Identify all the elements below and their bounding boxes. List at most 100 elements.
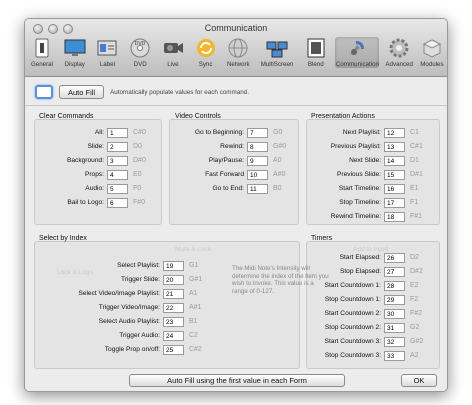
midi-value-field[interactable]: 6: [107, 197, 128, 208]
midi-note: D#0: [133, 157, 146, 164]
window-title: Communication: [204, 23, 268, 33]
command-row: Stop Countdown 2: 31 G2: [309, 322, 419, 333]
command-label: Trigger Audio:: [119, 332, 160, 339]
auto-fill-button[interactable]: Auto Fill: [59, 85, 105, 99]
midi-value-field[interactable]: 30: [384, 308, 405, 319]
tab-label-settings[interactable]: Label: [94, 37, 120, 68]
command-row: Trigger Slide: 20 G#1: [37, 274, 202, 285]
divider: [25, 105, 447, 106]
command-row: Start Countdown 1: 28 E2: [309, 280, 419, 291]
midi-value-field[interactable]: 21: [163, 288, 184, 299]
midi-value-field[interactable]: 24: [163, 330, 184, 341]
dvd-icon: DVD: [130, 38, 150, 58]
command-row: Slide: 2 D0: [37, 141, 142, 152]
midi-value-field[interactable]: 16: [384, 183, 405, 194]
midi-value-field[interactable]: 33: [384, 350, 405, 361]
command-row: Next Playlist: 12 C1: [309, 127, 419, 138]
command-label: Start Elapsed:: [339, 254, 381, 261]
command-label: Start Countdown 2:: [324, 310, 381, 317]
tab-dvd[interactable]: DVD DVD: [127, 37, 153, 68]
tab-label: Network: [226, 61, 250, 68]
midi-value-field[interactable]: 27: [384, 266, 405, 277]
command-label: Trigger Slide:: [121, 276, 160, 283]
title-bar: Communication General Display Label DVD …: [25, 19, 447, 77]
command-label: All:: [94, 129, 104, 136]
midi-note: F#2: [410, 310, 423, 317]
midi-value-field[interactable]: 19: [163, 260, 184, 271]
midi-note: A#1: [189, 304, 202, 311]
tab-live[interactable]: Live: [160, 37, 186, 68]
command-label: Select Video/Image Playlist:: [78, 290, 160, 297]
midi-note: G#1: [189, 276, 203, 283]
command-row: Start Countdown 3: 32 G#2: [309, 336, 423, 347]
tab-multiscreen[interactable]: MultiScreen: [258, 37, 296, 68]
midi-note: D2: [410, 254, 419, 261]
command-row: Props: 4 E0: [37, 169, 142, 180]
command-label: Stop Countdown 2:: [324, 324, 381, 331]
autofill-bar: Auto Fill Automatically populate values …: [35, 85, 249, 99]
ok-button[interactable]: OK: [401, 374, 437, 387]
midi-note: C1: [410, 129, 419, 136]
midi-value-field[interactable]: 32: [384, 336, 405, 347]
midi-value-field[interactable]: 2: [107, 141, 128, 152]
tab-modules[interactable]: Modules: [419, 37, 445, 68]
tab-blend[interactable]: Blend: [303, 37, 329, 68]
midi-value-field[interactable]: 26: [384, 252, 405, 263]
midi-value-field[interactable]: 13: [384, 141, 405, 152]
midi-note: F1: [410, 199, 419, 206]
command-label: Stop Timeline:: [339, 199, 381, 206]
midi-value-field[interactable]: 28: [384, 280, 405, 291]
midi-value-field[interactable]: 17: [384, 197, 405, 208]
tab-display[interactable]: Display: [62, 37, 88, 68]
command-row: Bail to Logo: 6 F#0: [37, 197, 145, 208]
midi-value-field[interactable]: 23: [163, 316, 184, 327]
midi-value-field[interactable]: 20: [163, 274, 184, 285]
display-icon: [64, 39, 86, 56]
midi-value-field[interactable]: 14: [384, 155, 405, 166]
command-row: Next Slide: 14 D1: [309, 155, 419, 166]
command-row: Stop Elapsed: 27 D#2: [309, 266, 423, 277]
preferences-window: Communication General Display Label DVD …: [24, 18, 448, 392]
midi-value-field[interactable]: 10: [247, 169, 268, 180]
midi-value-field[interactable]: 29: [384, 294, 405, 305]
midi-value-field[interactable]: 7: [247, 127, 268, 138]
command-label: Bail to Logo:: [67, 199, 104, 206]
tab-sync[interactable]: Sync: [193, 37, 219, 68]
midi-value-field[interactable]: 22: [163, 302, 184, 313]
auto-fill-first-value-button[interactable]: Auto Fill using the first value in each …: [129, 374, 345, 387]
midi-value-field[interactable]: 1: [107, 127, 128, 138]
blend-icon: [307, 38, 325, 58]
command-row: Fast Forward 10 A#0: [171, 169, 285, 180]
tab-advanced[interactable]: Advanced: [385, 37, 413, 68]
multiscreen-icon: [266, 41, 288, 58]
command-row: Stop Timeline: 17 F1: [309, 197, 418, 208]
midi-value-field[interactable]: 11: [247, 183, 268, 194]
command-row: Toggle Prop on/off: 25 C#2: [37, 344, 202, 355]
midi-note: B0: [273, 185, 282, 192]
midi-note: G#2: [410, 338, 424, 345]
tab-network[interactable]: Network: [225, 37, 251, 68]
midi-value-field[interactable]: 31: [384, 322, 405, 333]
command-label: Trigger Video/Image:: [98, 304, 160, 311]
midi-note: D#2: [410, 268, 423, 275]
command-label: Rewind:: [220, 143, 244, 150]
midi-value-field[interactable]: 8: [247, 141, 268, 152]
midi-value-field[interactable]: 4: [107, 169, 128, 180]
midi-note: A2: [410, 352, 419, 359]
tab-general[interactable]: General: [29, 37, 55, 68]
midi-value-field[interactable]: 15: [384, 169, 405, 180]
midi-value-field[interactable]: 25: [163, 344, 184, 355]
midi-note: G2: [410, 324, 420, 331]
general-icon: [35, 38, 49, 58]
midi-value-field[interactable]: 18: [384, 211, 405, 222]
command-row: Trigger Audio: 24 C2: [37, 330, 198, 341]
midi-value-field[interactable]: 9: [247, 155, 268, 166]
color-swatch[interactable]: [35, 85, 53, 99]
midi-value-field[interactable]: 12: [384, 127, 405, 138]
midi-value-field[interactable]: 3: [107, 155, 128, 166]
tab-communication[interactable]: Communication: [335, 37, 380, 68]
network-icon: [228, 38, 248, 58]
tab-label: Label: [99, 61, 115, 68]
midi-value-field[interactable]: 5: [107, 183, 128, 194]
label-icon: [97, 40, 117, 56]
